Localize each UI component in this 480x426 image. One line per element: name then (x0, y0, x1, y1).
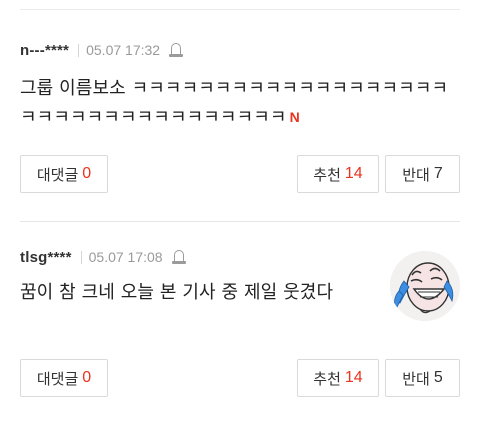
laughing-face-icon (390, 251, 460, 321)
reply-label: 대댓글 (36, 165, 79, 184)
meta-separator (78, 43, 80, 57)
comment-item: n---**** 05.07 17:32 그룹 이름보소 ㅋㅋㅋㅋㅋㅋㅋㅋㅋㅋㅋ… (20, 10, 460, 222)
like-count: 14 (344, 165, 363, 182)
reply-button[interactable]: 대댓글 0 (20, 155, 108, 193)
comment-text: 꿈이 참 크네 오늘 본 기사 중 제일 웃겼다 (20, 282, 334, 303)
comment-item: tlsg**** 05.07 17:08 꿈이 참 크네 오늘 본 기사 중 제… (20, 223, 460, 426)
dislike-count: 5 (433, 369, 443, 386)
comment-text: 그룹 이름보소 ㅋㅋㅋㅋㅋㅋㅋㅋㅋㅋㅋㅋㅋㅋㅋㅋㅋㅋㅋㅋㅋㅋㅋㅋㅋㅋㅋㅋㅋㅋㅋㅋ… (20, 78, 449, 128)
meta-separator (80, 250, 82, 264)
dislike-button[interactable]: 반대 5 (385, 359, 460, 397)
report-icon[interactable] (169, 42, 184, 58)
comment-timestamp: 05.07 17:32 (86, 42, 161, 58)
reply-label: 대댓글 (36, 369, 79, 388)
comment-body: 그룹 이름보소 ㅋㅋㅋㅋㅋㅋㅋㅋㅋㅋㅋㅋㅋㅋㅋㅋㅋㅋㅋㅋㅋㅋㅋㅋㅋㅋㅋㅋㅋㅋㅋㅋ… (20, 74, 460, 133)
comment-meta: n---**** 05.07 17:32 (20, 40, 184, 60)
comment-nickname[interactable]: n---**** (20, 42, 69, 59)
reply-count: 0 (82, 369, 92, 386)
new-badge: N (289, 109, 300, 125)
dislike-label: 반대 (402, 369, 430, 388)
comment-timestamp: 05.07 17:08 (88, 249, 163, 265)
dislike-button[interactable]: 반대 7 (385, 155, 460, 193)
comment-nickname[interactable]: tlsg**** (20, 249, 72, 266)
like-count: 14 (344, 369, 363, 386)
like-label: 추천 (313, 165, 341, 184)
report-icon[interactable] (171, 249, 186, 265)
dislike-label: 반대 (402, 165, 430, 184)
like-button[interactable]: 추천 14 (297, 359, 379, 397)
avatar[interactable] (390, 251, 460, 321)
reply-button[interactable]: 대댓글 0 (20, 359, 108, 397)
like-button[interactable]: 추천 14 (297, 155, 379, 193)
comment-meta: tlsg**** 05.07 17:08 (20, 247, 186, 267)
reply-count: 0 (82, 165, 92, 182)
comment-body: 꿈이 참 크네 오늘 본 기사 중 제일 웃겼다 (20, 278, 380, 307)
like-label: 추천 (313, 369, 341, 388)
dislike-count: 7 (433, 165, 443, 182)
